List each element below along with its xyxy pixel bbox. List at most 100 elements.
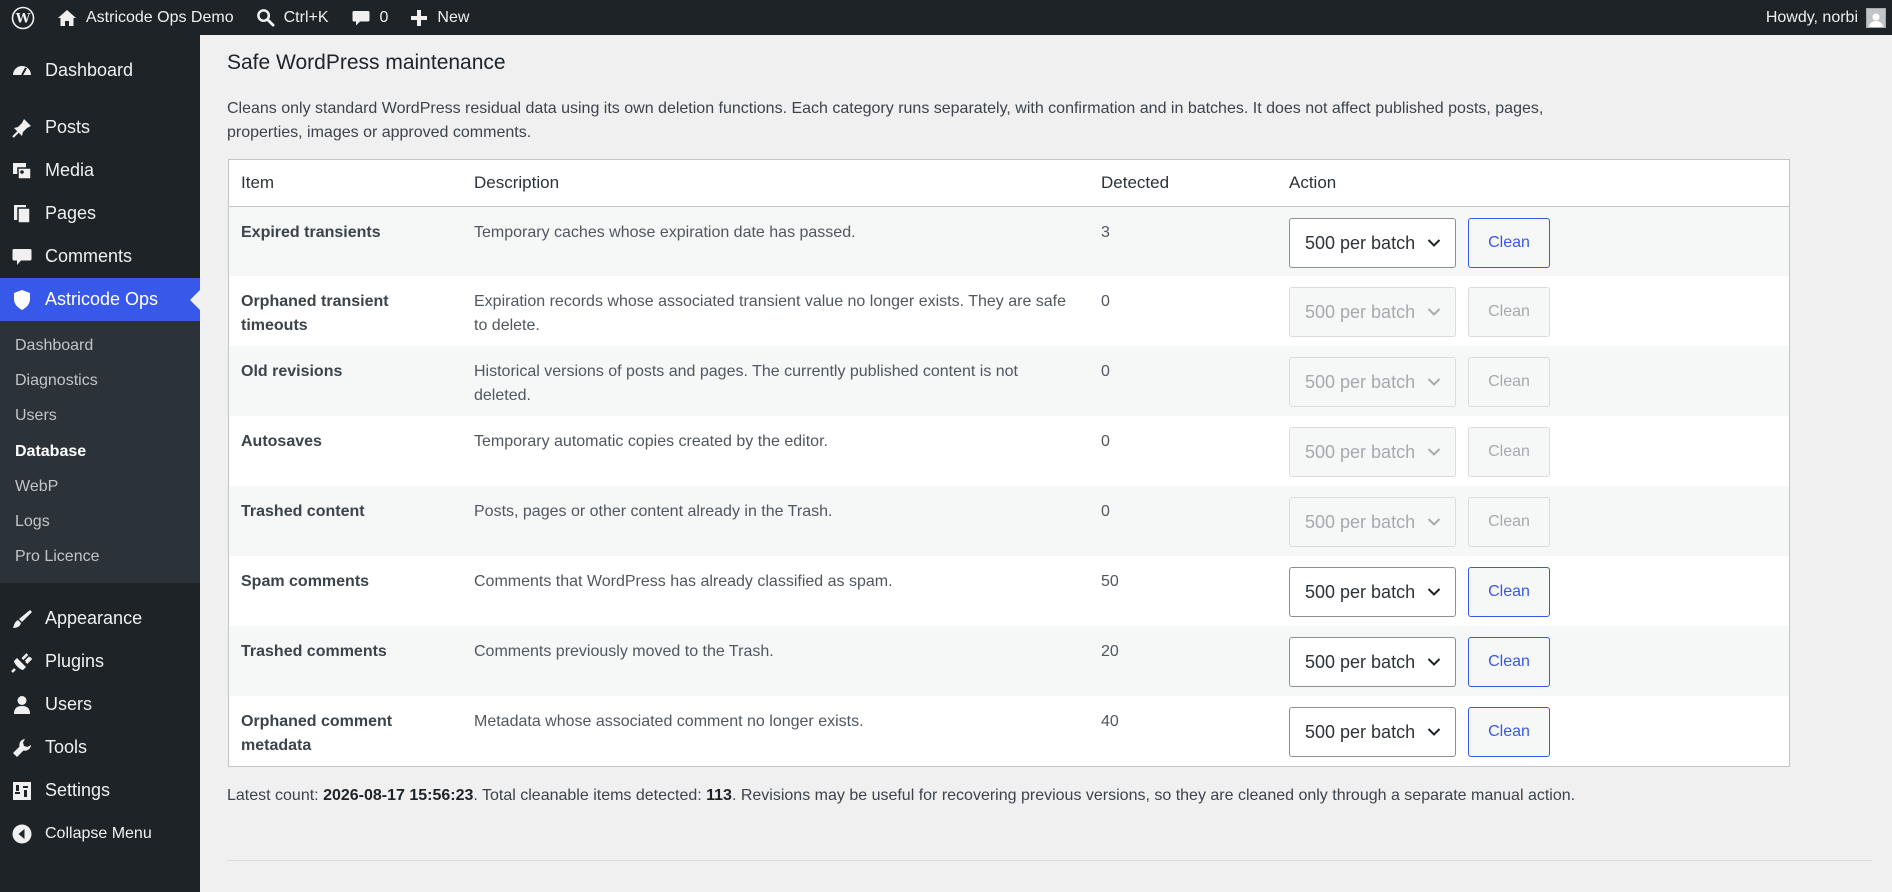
svg-text:W: W — [15, 11, 31, 26]
search-icon — [256, 9, 275, 27]
clean-button[interactable]: Clean — [1468, 217, 1550, 268]
greeting: Howdy, norbi — [1765, 8, 1858, 26]
batch-size-select[interactable]: 500 per batch — [1289, 217, 1456, 268]
settings-icon — [11, 780, 33, 802]
menu-item-pages[interactable]: Pages — [0, 192, 200, 235]
batch-size-value: 500 per batch — [1305, 302, 1416, 322]
comment-icon — [11, 246, 33, 268]
menu-item-users[interactable]: Users — [0, 683, 200, 726]
submenu-item-users[interactable]: Users — [0, 399, 200, 434]
admin-sidebar: Dashboard Posts Media Pages Comments Ast… — [0, 35, 200, 892]
clean-button: Clean — [1468, 357, 1550, 407]
site-name-link[interactable]: Astricode Ops Demo — [46, 0, 245, 35]
divider — [227, 860, 1872, 861]
astricode-ops-submenu: Dashboard Diagnostics Users Database Web… — [0, 321, 200, 584]
menu-item-dashboard[interactable]: Dashboard — [0, 49, 200, 92]
row-detected-count: 0 — [1089, 486, 1277, 556]
submenu-item-logs[interactable]: Logs — [0, 504, 200, 539]
batch-size-value: 500 per batch — [1305, 372, 1416, 392]
clean-button: Clean — [1468, 287, 1550, 337]
chevron-down-icon — [1427, 658, 1441, 666]
wordpress-logo-button[interactable]: W — [0, 0, 46, 35]
comments-link[interactable]: 0 — [340, 0, 400, 35]
wrench-icon — [11, 737, 33, 759]
new-content-button[interactable]: New — [399, 0, 480, 35]
clean-button[interactable]: Clean — [1468, 707, 1550, 757]
account-menu[interactable]: Howdy, norbi — [1765, 7, 1892, 28]
menu-label: Dashboard — [45, 60, 134, 80]
batch-size-select[interactable]: 500 per batch — [1289, 707, 1456, 757]
submenu-item-diagnostics[interactable]: Diagnostics — [0, 363, 200, 398]
menu-item-media[interactable]: Media — [0, 149, 200, 192]
clean-button[interactable]: Clean — [1468, 637, 1550, 687]
row-description: Comments that WordPress has already clas… — [474, 573, 893, 590]
submenu-item-dashboard[interactable]: Dashboard — [0, 328, 200, 363]
comments-count: 0 — [379, 8, 389, 26]
table-row: Trashed comments Comments previously move… — [229, 626, 1789, 696]
column-header-description: Description — [462, 160, 1089, 207]
menu-item-tools[interactable]: Tools — [0, 726, 200, 769]
menu-label: Settings — [45, 780, 111, 801]
chevron-down-icon — [1427, 308, 1441, 316]
menu-item-astricode-ops[interactable]: Astricode Ops — [0, 278, 200, 321]
menu-item-appearance[interactable]: Appearance — [0, 597, 200, 640]
chevron-down-icon — [1427, 448, 1441, 456]
row-item-name: Autosaves — [241, 433, 322, 450]
dashboard-icon — [11, 60, 33, 82]
admin-bar: W Astricode Ops Demo Ctrl+K 0 New Howdy,… — [0, 0, 1892, 35]
row-action: 500 per batch Clean — [1277, 486, 1789, 556]
note-prefix: Latest count: — [227, 787, 324, 804]
table-row: Trashed content Posts, pages or other con… — [229, 486, 1789, 556]
latest-count-timestamp: 2026-08-17 15:56:23 — [323, 787, 474, 804]
intro-text: Cleans only standard WordPress residual … — [227, 100, 1544, 141]
row-detected-count: 20 — [1089, 626, 1277, 696]
shield-icon — [11, 289, 33, 311]
row-item-name: Expired transients — [229, 206, 462, 276]
batch-size-select: 500 per batch — [1289, 427, 1456, 477]
chevron-down-icon — [1427, 238, 1441, 247]
menu-item-posts[interactable]: Posts — [0, 106, 200, 149]
batch-size-select: 500 per batch — [1289, 497, 1456, 547]
batch-size-select[interactable]: 500 per batch — [1289, 567, 1456, 617]
plug-icon — [11, 651, 33, 673]
table-row: Old revisions Historical versions of post… — [229, 346, 1789, 416]
pin-icon — [11, 117, 33, 139]
row-detected-count: 40 — [1101, 713, 1119, 730]
search-shortcut-button[interactable]: Ctrl+K — [245, 0, 340, 35]
menu-item-settings[interactable]: Settings — [0, 769, 200, 812]
table-row: Spam comments Comments that WordPress has… — [229, 556, 1789, 626]
search-shortcut-label: Ctrl+K — [283, 8, 329, 26]
clean-button[interactable]: Clean — [1468, 567, 1550, 617]
batch-size-value: 500 per batch — [1305, 652, 1416, 672]
batch-size-value: 500 per batch — [1305, 232, 1416, 253]
row-action: 500 per batch Clean — [1277, 416, 1789, 486]
menu-label: Appearance — [45, 608, 143, 629]
row-description: Expiration records whose associated tran… — [474, 293, 1067, 334]
maintenance-table: Item Description Detected Action Expired… — [228, 159, 1790, 767]
chevron-down-icon — [1427, 378, 1441, 386]
batch-size-select[interactable]: 500 per batch — [1289, 637, 1456, 687]
menu-label: Posts — [45, 117, 91, 137]
home-icon — [58, 9, 76, 26]
wordpress-logo-icon: W — [11, 6, 35, 29]
batch-size-value: 500 per batch — [1305, 582, 1416, 602]
menu-label: Comments — [45, 246, 133, 266]
user-silhouette-icon — [1869, 13, 1883, 27]
row-item-name: Old revisions — [229, 346, 462, 416]
submenu-item-pro-licence[interactable]: Pro Licence — [0, 540, 200, 575]
menu-item-plugins[interactable]: Plugins — [0, 640, 200, 683]
chevron-down-icon — [1427, 518, 1441, 526]
row-action: 500 per batch Clean — [1277, 626, 1789, 696]
menu-label: Collapse Menu — [45, 824, 152, 842]
media-icon — [11, 160, 33, 182]
row-item-name: Spam comments — [241, 573, 370, 590]
submenu-item-webp[interactable]: WebP — [0, 469, 200, 504]
collapse-menu-button[interactable]: Collapse Menu — [0, 812, 200, 855]
table-row: Autosaves Temporary automatic copies crea… — [229, 416, 1789, 486]
collapse-icon — [11, 823, 33, 845]
note-middle: . Total cleanable items detected: — [473, 787, 707, 804]
row-action: 500 per batch Clean — [1277, 346, 1789, 416]
submenu-item-database[interactable]: Database — [0, 434, 200, 469]
menu-item-comments[interactable]: Comments — [0, 235, 200, 278]
row-description: Temporary automatic copies created by th… — [474, 433, 828, 450]
